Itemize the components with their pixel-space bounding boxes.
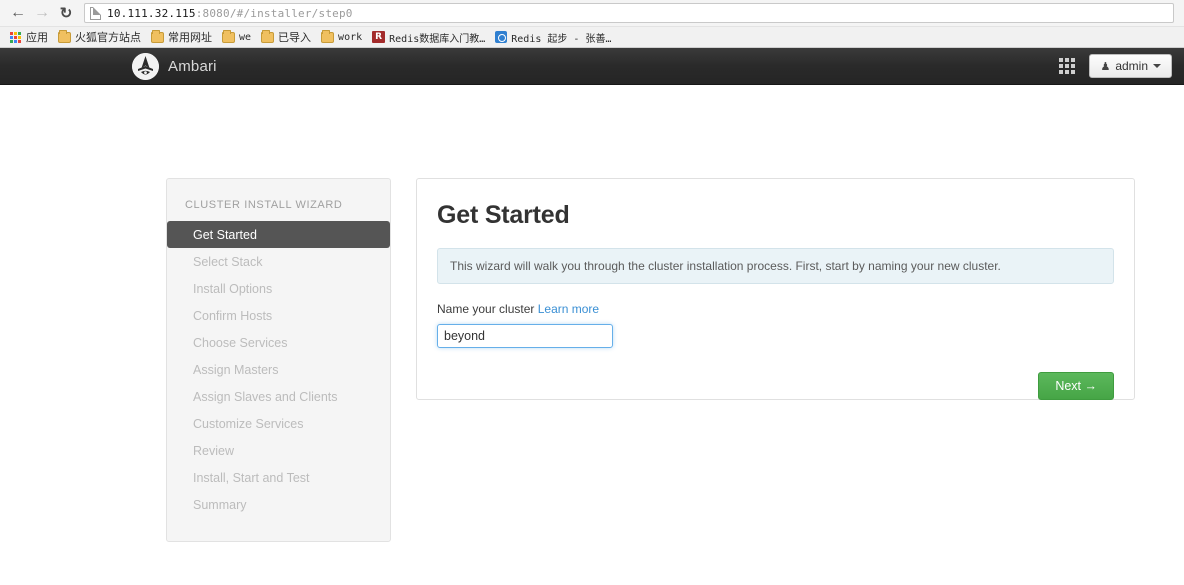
- redis-icon: R: [372, 31, 386, 43]
- brand[interactable]: Ambari: [132, 52, 217, 80]
- sidebar-item-assign-masters[interactable]: Assign Masters: [175, 356, 382, 383]
- sidebar-item-choose-services[interactable]: Choose Services: [175, 329, 382, 356]
- sidebar-item-install-options[interactable]: Install Options: [175, 275, 382, 302]
- step-label: Assign Slaves and Clients: [193, 389, 338, 404]
- panel-footer: Next →: [437, 372, 1114, 400]
- info-banner-text: This wizard will walk you through the cl…: [450, 259, 1001, 273]
- next-button[interactable]: Next →: [1038, 372, 1114, 400]
- user-icon: ♟: [1100, 60, 1111, 73]
- bookmark-redis-getting-started[interactable]: Redis 起步 - 张善…: [490, 28, 616, 47]
- admin-label: admin: [1115, 59, 1148, 73]
- bookmark-we[interactable]: we: [217, 28, 256, 47]
- step-label: Assign Masters: [193, 362, 279, 377]
- sidebar-item-assign-slaves-and-clients[interactable]: Assign Slaves and Clients: [175, 383, 382, 410]
- page-body: CLUSTER INSTALL WIZARD Get Started Selec…: [0, 85, 1184, 585]
- bookmark-redis-tutorial[interactable]: R Redis数据库入门教…: [367, 28, 490, 47]
- sidebar-item-get-started[interactable]: Get Started: [167, 221, 390, 248]
- header-actions: ♟ admin: [1057, 54, 1172, 78]
- bookmark-label: 火狐官方站点: [75, 32, 141, 44]
- cluster-name-input[interactable]: [437, 324, 613, 348]
- bookmark-label: 应用: [26, 32, 48, 44]
- bookmark-common-sites[interactable]: 常用网址: [146, 28, 217, 47]
- folder-icon: [261, 29, 275, 43]
- reload-icon[interactable]: ↻: [54, 2, 78, 24]
- sidebar-item-confirm-hosts[interactable]: Confirm Hosts: [175, 302, 382, 329]
- folder-icon: [222, 29, 235, 43]
- step-label: Review: [193, 443, 234, 458]
- apps-grid-icon[interactable]: [1057, 56, 1077, 76]
- step-label: Install Options: [193, 281, 273, 296]
- bookmark-label: we: [239, 31, 252, 43]
- folder-icon: [151, 29, 164, 43]
- brand-name: Ambari: [168, 57, 217, 75]
- bookmark-label: 已导入: [278, 32, 312, 44]
- wizard-title: CLUSTER INSTALL WIZARD: [185, 199, 343, 211]
- folder-icon: [321, 29, 335, 43]
- step-label: Install, Start and Test: [193, 470, 310, 485]
- apps-grid-icon: [10, 31, 21, 43]
- ambari-logo-icon: [132, 52, 159, 80]
- bookmark-label: work: [338, 31, 363, 43]
- bookmark-apps[interactable]: 应用: [5, 28, 53, 47]
- step-label: Customize Services: [193, 416, 304, 431]
- bookmark-work[interactable]: work: [316, 28, 367, 47]
- step-label: Get Started: [193, 227, 257, 242]
- address-bar[interactable]: 10.111.32.115:8080/#/installer/step0: [84, 3, 1174, 23]
- bookmark-label: 常用网址: [168, 32, 212, 44]
- folder-icon: [58, 29, 71, 43]
- sidebar-item-customize-services[interactable]: Customize Services: [175, 410, 382, 437]
- cluster-name-label-row: Name your cluster Learn more: [437, 302, 1114, 316]
- bookmark-label: Redis 起步 - 张善…: [511, 33, 612, 45]
- learn-more-link[interactable]: Learn more: [538, 302, 599, 316]
- chevron-down-icon: [1153, 64, 1161, 68]
- step-label: Choose Services: [193, 335, 288, 350]
- sidebar-item-select-stack[interactable]: Select Stack: [175, 248, 382, 275]
- step-label: Select Stack: [193, 254, 263, 269]
- app-header: Ambari ♟ admin: [0, 48, 1184, 85]
- sidebar-item-install-start-and-test[interactable]: Install, Start and Test: [175, 464, 382, 491]
- forward-icon: →: [34, 4, 50, 21]
- bookmark-label: Redis数据库入门教…: [389, 33, 486, 45]
- admin-menu-button[interactable]: ♟ admin: [1089, 54, 1172, 78]
- step-label: Confirm Hosts: [193, 308, 273, 323]
- wizard-sidebar: CLUSTER INSTALL WIZARD Get Started Selec…: [166, 178, 391, 542]
- sidebar-item-review[interactable]: Review: [175, 437, 382, 464]
- info-banner: This wizard will walk you through the cl…: [437, 248, 1114, 284]
- blue-globe-icon: [495, 31, 508, 43]
- bookmark-firefox-site[interactable]: 火狐官方站点: [53, 28, 146, 47]
- step-label: Summary: [193, 497, 247, 512]
- back-icon[interactable]: ←: [6, 2, 30, 24]
- browser-toolbar: ← → ↻ 10.111.32.115:8080/#/installer/ste…: [0, 0, 1184, 26]
- url-path: :8080/#/installer/step0: [195, 6, 353, 20]
- url-host: 10.111.32.115: [107, 6, 196, 20]
- page-title: Get Started: [437, 201, 570, 229]
- page-document-icon: [90, 6, 101, 20]
- bookmarks-bar: 应用 火狐官方站点 常用网址 we 已导入 work R Redis数据库入门教…: [0, 26, 1184, 47]
- cluster-name-label: Name your cluster: [437, 302, 535, 316]
- bookmark-imported[interactable]: 已导入: [256, 28, 316, 47]
- browser-chrome: ← → ↻ 10.111.32.115:8080/#/installer/ste…: [0, 0, 1184, 48]
- main-panel: Get Started This wizard will walk you th…: [416, 178, 1135, 400]
- sidebar-item-summary[interactable]: Summary: [175, 491, 382, 518]
